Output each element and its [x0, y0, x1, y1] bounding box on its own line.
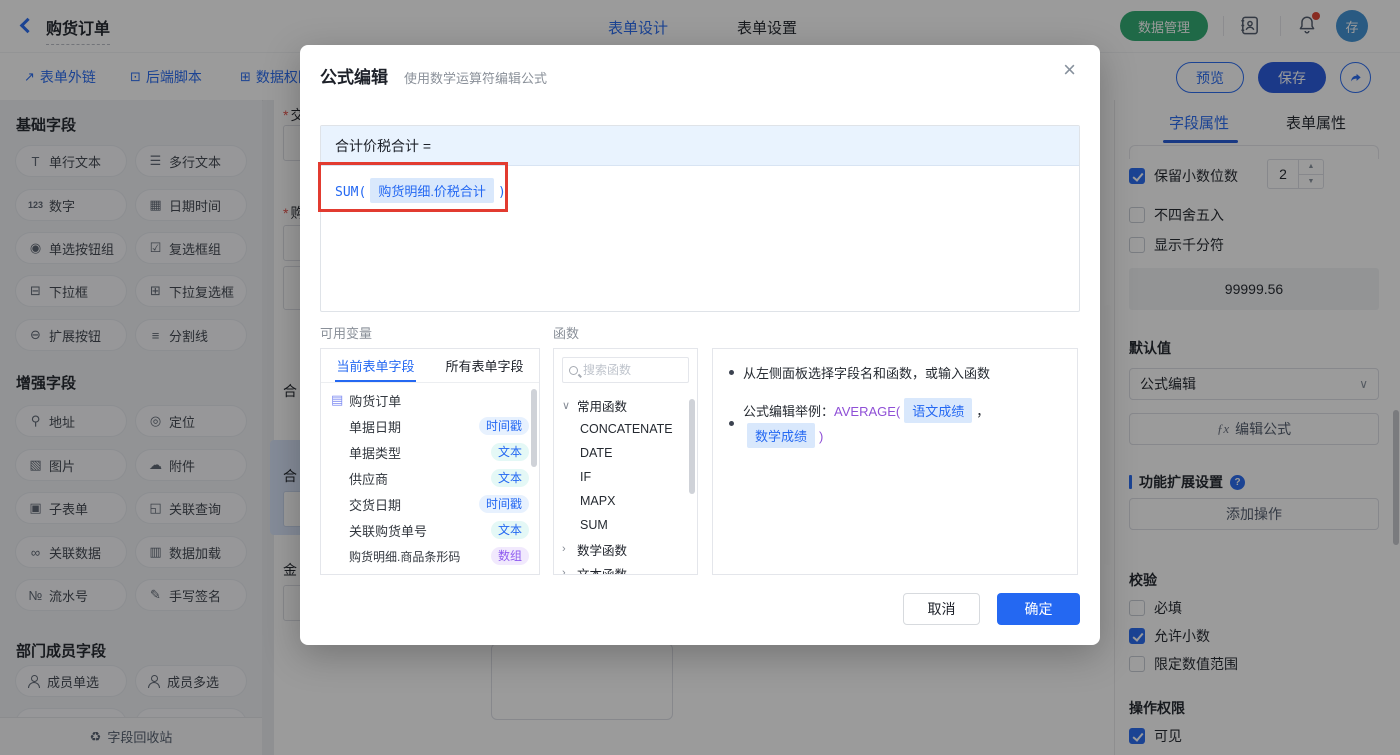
field-chip[interactable]: 购货明细.价税合计 — [370, 178, 494, 203]
form-doc-icon: ▤ — [331, 392, 344, 407]
help-panel: 从左侧面板选择字段名和函数，或输入函数 公式编辑举例：AVERAGE(语文成绩，… — [712, 348, 1078, 575]
variable-row[interactable]: 单据类型 文本 — [321, 439, 539, 465]
function-search — [562, 357, 689, 383]
function-item[interactable]: IF — [554, 465, 697, 489]
formula-input[interactable]: SUM(购货明细.价税合计) — [321, 166, 1079, 215]
help-tip-2: 公式编辑举例：AVERAGE(语文成绩 ，数学成绩) — [729, 398, 1061, 448]
type-badge: 时间戳 — [478, 495, 529, 513]
variable-row[interactable]: 单据日期 时间戳 — [321, 413, 539, 439]
type-badge: 数组 — [490, 547, 529, 565]
confirm-button[interactable]: 确定 — [997, 593, 1080, 625]
variable-row[interactable]: 购货明细.商品条形码 数组 — [321, 543, 539, 569]
function-item[interactable]: CONCATENATE — [554, 417, 697, 441]
tab-all-form-fields[interactable]: 所有表单字段 — [430, 349, 539, 382]
type-badge: 文本 — [490, 469, 529, 487]
example-field-chip: 数学成绩 — [747, 423, 816, 448]
function-group-text[interactable]: › 文本函数 — [554, 561, 697, 575]
tab-current-form-fields[interactable]: 当前表单字段 — [321, 349, 430, 382]
functions-scrollbar[interactable] — [689, 399, 695, 494]
variables-label: 可用变量 — [320, 326, 373, 341]
function-group-common[interactable]: ∨ 常用函数 — [554, 393, 697, 417]
type-badge: 文本 — [490, 521, 529, 539]
bullet-icon — [729, 420, 734, 426]
dialog-subtitle: 使用数学运算符编辑公式 — [404, 71, 548, 86]
variable-row[interactable]: 关联购货单号 文本 — [321, 517, 539, 543]
function-item[interactable]: SUM — [554, 513, 697, 537]
type-badge: 文本 — [490, 443, 529, 461]
chevron-down-icon: ∨ — [562, 399, 571, 412]
chevron-right-icon: › — [562, 543, 566, 555]
search-icon — [569, 365, 578, 375]
example-field-chip: 语文成绩 — [904, 398, 973, 423]
formula-editor: 合计价税合计 = SUM(购货明细.价税合计) — [320, 125, 1080, 312]
function-item[interactable]: MAPX — [554, 489, 697, 513]
cancel-button[interactable]: 取消 — [903, 593, 980, 625]
functions-panel: ∨常用函数 CONCATENATE DATE IF MAPX SUM ›数学函数… — [553, 348, 698, 575]
bullet-icon — [729, 370, 734, 375]
formula-function-close: ) — [497, 185, 506, 200]
form-designer-app: 购货订单 表单设计 表单设置 数据管理 存 ↗ 表单外链 ⊡ 后端脚本 ⊞ 数据… — [0, 0, 1400, 755]
help-tip-1: 从左侧面板选择字段名和函数，或输入函数 — [729, 363, 1061, 382]
formula-edit-dialog: 公式编辑 使用数学运算符编辑公式 × 合计价税合计 = SUM(购货明细.价税合… — [300, 45, 1100, 645]
variable-row[interactable]: 供应商 文本 — [321, 465, 539, 491]
variables-scrollbar[interactable] — [531, 389, 537, 467]
close-icon[interactable]: × — [1063, 59, 1076, 81]
variable-row[interactable]: 交货日期 时间戳 — [321, 491, 539, 517]
search-input[interactable] — [583, 363, 682, 377]
variables-panel: 当前表单字段 所有表单字段 ▤ 购货订单 单据日期 时间戳 单据类型 文本 供应商文… — [320, 348, 540, 575]
chevron-right-icon: › — [562, 567, 566, 575]
formula-function-open: SUM( — [335, 185, 367, 200]
dialog-title: 公式编辑 — [320, 68, 388, 87]
functions-label: 函数 — [553, 326, 580, 341]
function-group-math[interactable]: › 数学函数 — [554, 537, 697, 561]
example-function-name: AVERAGE( — [834, 404, 901, 419]
variables-tabs: 当前表单字段 所有表单字段 — [321, 349, 539, 383]
function-item[interactable]: DATE — [554, 441, 697, 465]
type-badge: 时间戳 — [478, 417, 529, 435]
variable-tree-root[interactable]: ▤ 购货订单 — [321, 387, 539, 413]
formula-target: 合计价税合计 = — [321, 126, 1079, 166]
